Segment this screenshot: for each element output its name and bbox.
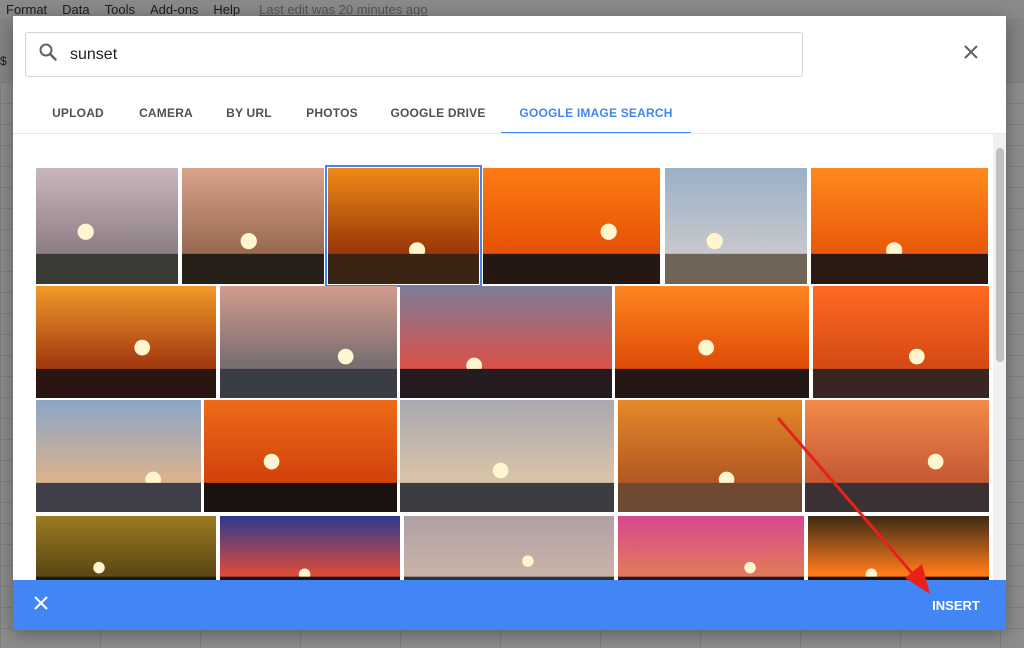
menu-data: Data bbox=[62, 1, 90, 17]
image-result[interactable] bbox=[325, 165, 482, 287]
menu-tools: Tools bbox=[104, 1, 135, 17]
image-result[interactable] bbox=[811, 168, 988, 284]
image-result[interactable] bbox=[483, 168, 660, 284]
dialog-footer: INSERT bbox=[13, 580, 1006, 630]
close-icon bbox=[963, 44, 979, 65]
source-tabs: UPLOAD CAMERA BY URL PHOTOS GOOGLE DRIVE… bbox=[13, 94, 1006, 134]
cancel-button[interactable] bbox=[29, 593, 53, 617]
image-result[interactable] bbox=[400, 286, 612, 398]
image-result[interactable] bbox=[220, 516, 400, 580]
image-result[interactable] bbox=[182, 168, 324, 284]
image-result[interactable] bbox=[618, 516, 804, 580]
search-icon bbox=[38, 42, 58, 67]
image-result[interactable] bbox=[404, 516, 614, 580]
image-results-grid bbox=[13, 134, 1006, 580]
tab-google-image-search[interactable]: GOOGLE IMAGE SEARCH bbox=[501, 94, 691, 132]
search-box[interactable] bbox=[25, 32, 803, 77]
image-result[interactable] bbox=[665, 168, 807, 284]
image-result[interactable] bbox=[36, 400, 201, 512]
image-result[interactable] bbox=[813, 286, 989, 398]
last-edit-status: Last edit was 20 minutes ago bbox=[259, 1, 428, 17]
menu-help: Help bbox=[213, 1, 241, 17]
image-result[interactable] bbox=[808, 516, 989, 580]
image-result[interactable] bbox=[618, 400, 802, 512]
menu-add-ons: Add-ons bbox=[150, 1, 199, 17]
insert-button[interactable]: INSERT bbox=[913, 590, 999, 620]
tab-camera[interactable]: CAMERA bbox=[131, 94, 201, 132]
image-result[interactable] bbox=[36, 168, 178, 284]
insert-image-dialog: UPLOAD CAMERA BY URL PHOTOS GOOGLE DRIVE… bbox=[13, 16, 1006, 630]
results-scrollbar-thumb[interactable] bbox=[996, 148, 1004, 362]
currency-format-button: $ bbox=[0, 54, 7, 68]
tab-by-url[interactable]: BY URL bbox=[219, 94, 279, 132]
image-result[interactable] bbox=[220, 286, 397, 398]
menu-format: Format bbox=[6, 1, 48, 17]
image-result[interactable] bbox=[805, 400, 989, 512]
search-input[interactable] bbox=[70, 45, 770, 64]
image-result[interactable] bbox=[400, 400, 614, 512]
image-result[interactable] bbox=[36, 286, 216, 398]
tab-google-drive[interactable]: GOOGLE DRIVE bbox=[385, 94, 491, 132]
image-result[interactable] bbox=[36, 516, 216, 580]
close-dialog-button[interactable] bbox=[958, 41, 984, 67]
tab-photos[interactable]: PHOTOS bbox=[299, 94, 365, 132]
tab-upload[interactable]: UPLOAD bbox=[43, 94, 113, 132]
image-result[interactable] bbox=[615, 286, 809, 398]
image-result[interactable] bbox=[204, 400, 397, 512]
close-icon bbox=[34, 595, 48, 615]
